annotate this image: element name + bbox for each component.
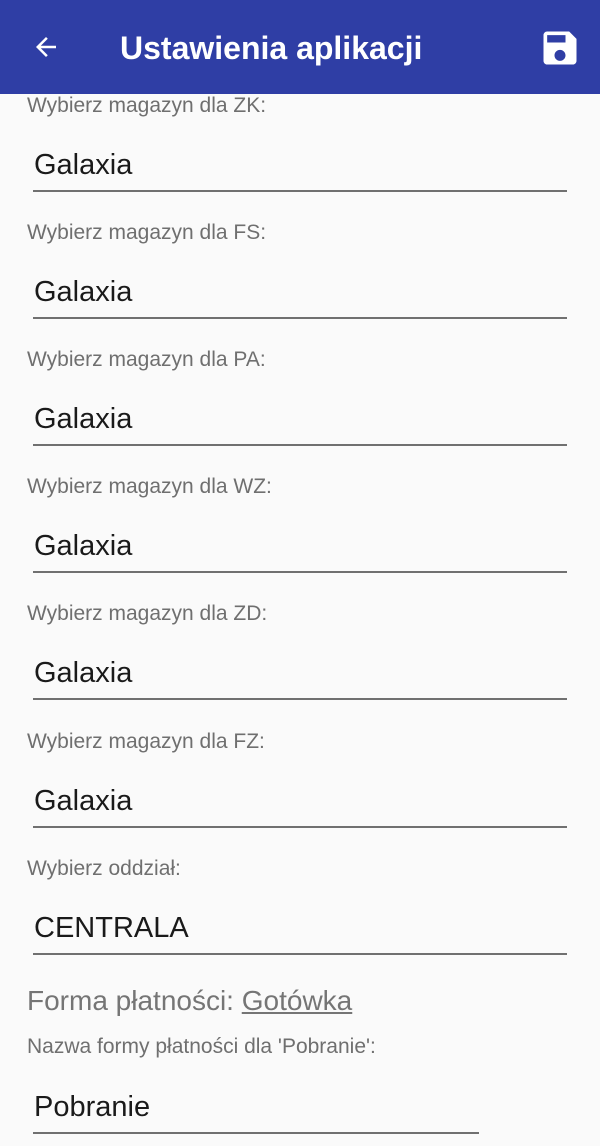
warehouse-zk-value: Galaxia [34,149,133,181]
app-toolbar: Ustawienia aplikacji [0,0,600,94]
warehouse-pa-select[interactable]: Galaxia [33,394,567,446]
cod-name-value: Pobranie [34,1091,151,1123]
save-floppy-icon [543,31,577,65]
warehouse-zd-value: Galaxia [34,657,133,689]
warehouse-wz-value: Galaxia [34,530,133,562]
warehouse-fs-label: Wybierz magazyn dla FS: [27,221,267,244]
payment-method-row: Forma płatności: Gotówka [27,983,352,1019]
warehouse-pa-label: Wybierz magazyn dla PA: [27,348,266,371]
cod-name-input[interactable]: Pobranie [33,1082,479,1134]
branch-select[interactable]: CENTRALA [33,903,567,955]
payment-method-label: Forma płatności: [27,985,234,1016]
settings-screen: Wybierz magazyn dla ZK: Galaxia Wybierz … [0,0,600,1146]
warehouse-zd-select[interactable]: Galaxia [33,648,567,700]
warehouse-zd-label: Wybierz magazyn dla ZD: [27,602,268,625]
save-button[interactable] [534,24,586,72]
page-title: Ustawienia aplikacji [120,30,423,66]
cod-name-label: Nazwa formy płatności dla 'Pobranie': [27,1035,376,1058]
payment-method-link[interactable]: Gotówka [242,985,353,1016]
arrow-left-icon [36,37,56,57]
warehouse-zk-select[interactable]: Galaxia [33,140,567,192]
branch-label: Wybierz oddział: [27,857,181,880]
warehouse-zk-label: Wybierz magazyn dla ZK: [27,94,267,117]
warehouse-wz-select[interactable]: Galaxia [33,521,567,573]
warehouse-wz-label: Wybierz magazyn dla WZ: [27,475,272,498]
warehouse-fz-label: Wybierz magazyn dla FZ: [27,730,265,753]
warehouse-fs-select[interactable]: Galaxia [33,267,567,319]
warehouse-pa-value: Galaxia [34,403,133,435]
back-button[interactable] [22,25,70,69]
warehouse-fs-value: Galaxia [34,276,133,308]
warehouse-fz-value: Galaxia [34,785,133,817]
warehouse-fz-select[interactable]: Galaxia [33,776,567,828]
branch-value: CENTRALA [34,912,189,944]
